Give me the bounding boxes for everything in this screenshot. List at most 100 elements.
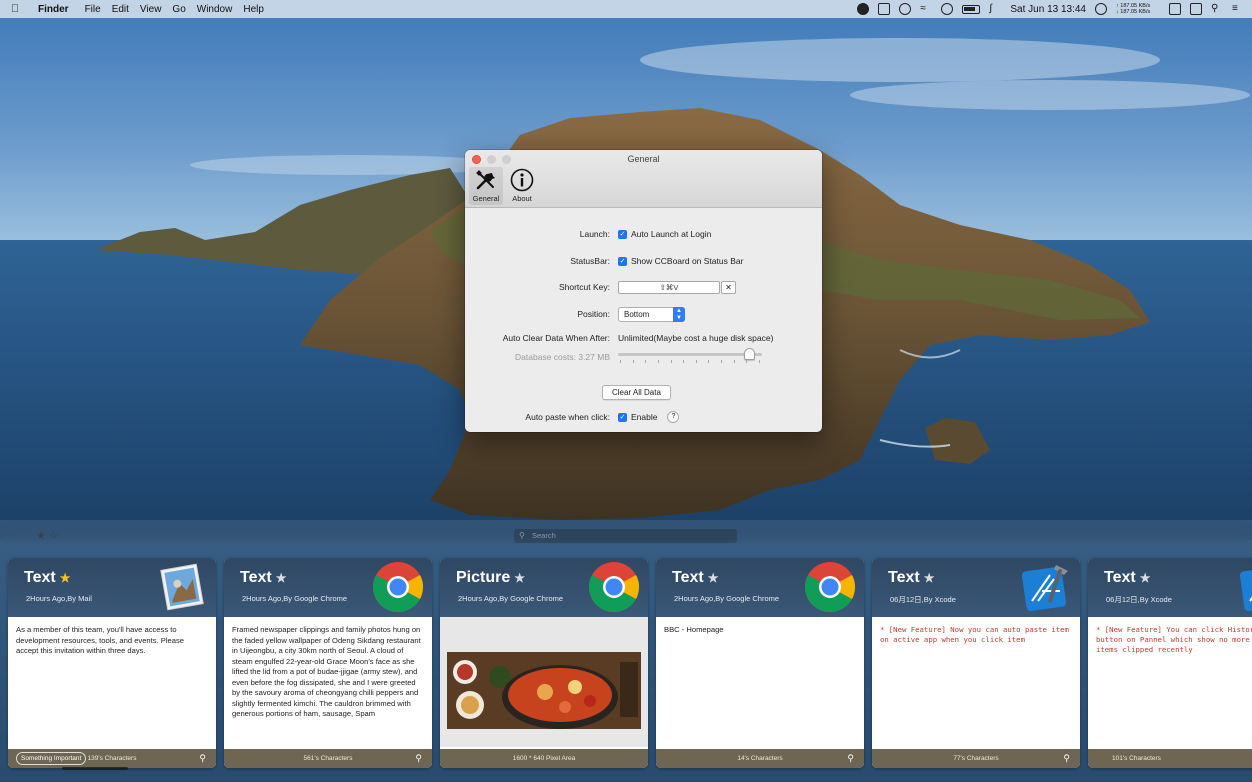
autopaste-checkbox[interactable]: ✓ (618, 412, 627, 422)
clear-data-row: Clear All Data (465, 383, 822, 401)
star-filled-icon[interactable]: ★ (60, 571, 71, 585)
autoclear-slider[interactable] (618, 348, 762, 364)
card-type-label: Text (672, 569, 704, 586)
search-icon[interactable]: ⚲ (1211, 3, 1223, 15)
clear-shortcut-button[interactable]: ✕ (721, 280, 736, 294)
clip-card[interactable]: Text ★ 06月12日,By Xcode * [New Feature] No… (872, 558, 1080, 768)
pin-card-icon[interactable]: ⚲ (415, 749, 422, 768)
slider-ticks (620, 360, 760, 364)
wifi-icon[interactable]: ≈ (920, 3, 932, 15)
preference-tabs: General About (469, 167, 539, 205)
clipboard-panel: ★ ☆ ⚲ Search Text ★ 2Hours Ago,By Mail As… (0, 520, 1252, 782)
window-titlebar: General General About (465, 150, 822, 208)
horizontal-scrollbar[interactable] (62, 767, 128, 770)
clipboard-status-icon[interactable] (1169, 3, 1181, 15)
info-icon (510, 168, 534, 192)
menu-window[interactable]: Window (197, 4, 242, 15)
airplay-icon[interactable] (1190, 3, 1202, 15)
menu-help[interactable]: Help (243, 4, 273, 15)
help-button[interactable]: ? (667, 411, 680, 423)
autopaste-label: Auto paste when click: (525, 412, 610, 422)
card-char-count: 101's Characters (1112, 755, 1161, 762)
status-app-icon[interactable] (857, 3, 870, 15)
card-type: Text ★ (888, 569, 934, 587)
position-row: Position: Bottom ▲ ▼ (465, 305, 822, 323)
star-icon[interactable]: ★ (514, 571, 525, 585)
battery-icon[interactable] (962, 4, 981, 14)
net-down: ↓ 187.05 KB/s (1116, 9, 1151, 15)
card-type-label: Picture (456, 569, 511, 586)
card-type-label: Text (24, 569, 56, 586)
card-meta: 2Hours Ago,By Google Chrome (242, 594, 348, 603)
show-statusbar-text: Show CCBoard on Status Bar (631, 256, 744, 266)
auto-launch-checkbox[interactable]: ✓ (618, 229, 627, 239)
card-type: Text ★ (24, 569, 70, 587)
menu-edit[interactable]: Edit (112, 4, 138, 15)
chevron-updown-icon: ▲ ▼ (673, 306, 685, 322)
star-icon[interactable]: ★ (276, 571, 287, 585)
card-footer: 14's Characters ⚲ (656, 749, 864, 768)
pin-card-icon[interactable]: ⚲ (1063, 749, 1070, 768)
menu-go[interactable]: Go (172, 4, 194, 15)
card-footer: 1600 * 640 Pixel Area (440, 749, 648, 768)
statusbar-label: StatusBar: (570, 256, 610, 266)
search-icon: ⚲ (519, 531, 525, 540)
search-placeholder: Search (532, 531, 556, 540)
star-icon[interactable]: ★ (924, 571, 935, 585)
shortcut-row: Shortcut Key: ⇧⌘V ✕ (465, 278, 822, 296)
database-costs: Database costs: 3.27 MB (515, 352, 610, 362)
pin-icon[interactable]: ★ ☆ (36, 529, 59, 542)
slider-track (618, 353, 762, 356)
menu-list-icon[interactable]: ≡ (1232, 3, 1244, 15)
tools-icon (476, 170, 495, 190)
chrome-icon (372, 562, 424, 613)
card-char-count: 561's Characters (303, 755, 353, 762)
tab-general-label: General (472, 194, 500, 203)
apple-menu-icon[interactable]:  (0, 3, 30, 15)
position-value: Bottom (624, 309, 650, 319)
card-tag[interactable]: Something Important (16, 752, 87, 765)
tab-about[interactable]: About (505, 167, 539, 205)
shortcut-recorder[interactable]: ⇧⌘V (618, 280, 720, 294)
clip-card[interactable]: Text ★ 06月12日,By Xcode * [New Feature] Yo… (1088, 558, 1252, 768)
clip-card[interactable]: Text ★ 2Hours Ago,By Google Chrome BBC - … (656, 558, 864, 768)
clear-all-data-button[interactable]: Clear All Data (602, 384, 671, 400)
card-footer: 101's Characters (1088, 749, 1252, 768)
slider-knob[interactable] (744, 348, 755, 360)
card-type: Picture ★ (456, 569, 525, 587)
status-window-icon[interactable] (878, 3, 891, 15)
show-statusbar-checkbox[interactable]: ✓ (618, 256, 627, 266)
card-content: * [New Feature] Now you can auto paste i… (872, 617, 1080, 747)
menu-app-name[interactable]: Finder (38, 4, 83, 15)
status-globe-icon[interactable] (1095, 3, 1107, 15)
time-machine-icon[interactable] (941, 3, 954, 15)
pin-card-icon[interactable]: ⚲ (847, 749, 854, 768)
clip-card[interactable]: Text ★ 2Hours Ago,By Google Chrome Framed… (224, 558, 432, 768)
menu-view[interactable]: View (140, 4, 171, 15)
card-meta: 06月12日,By Xcode (1106, 595, 1172, 604)
card-type-label: Text (888, 569, 920, 586)
tab-general[interactable]: General (469, 167, 503, 205)
xcode-icon (1021, 565, 1068, 612)
window-title: General (627, 154, 660, 164)
clip-card[interactable]: Picture ★ 2Hours Ago,By Google Chrome 16… (440, 558, 648, 768)
autoclear-value: Unlimited(Maybe cost a huge disk space) (618, 333, 774, 343)
bluetooth-icon[interactable]: ∫ (989, 3, 1001, 15)
card-meta: 06月12日,By Xcode (890, 595, 956, 604)
menu-file[interactable]: File (85, 4, 110, 15)
menu-clock[interactable]: Sat Jun 13 13:44 (1010, 4, 1086, 15)
clip-card[interactable]: Text ★ 2Hours Ago,By Mail As a member of … (8, 558, 216, 768)
settings-window: General General About Launch: ✓ Auto Lau… (465, 150, 822, 432)
search-input[interactable]: ⚲ Search (514, 529, 737, 543)
menu-bar:  Finder File Edit View Go Window Help ≈… (0, 0, 1252, 18)
star-icon[interactable]: ★ (1140, 571, 1151, 585)
card-header: Text ★ 2Hours Ago,By Google Chrome (656, 558, 864, 617)
launch-label: Launch: (579, 229, 610, 239)
status-aperture-icon[interactable] (899, 3, 912, 15)
star-icon[interactable]: ★ (708, 571, 719, 585)
auto-launch-text: Auto Launch at Login (631, 229, 712, 239)
card-header: Text ★ 2Hours Ago,By Google Chrome (224, 558, 432, 617)
chrome-icon (588, 562, 640, 613)
pin-card-icon[interactable]: ⚲ (199, 749, 206, 768)
position-select[interactable]: Bottom ▲ ▼ (618, 306, 685, 322)
